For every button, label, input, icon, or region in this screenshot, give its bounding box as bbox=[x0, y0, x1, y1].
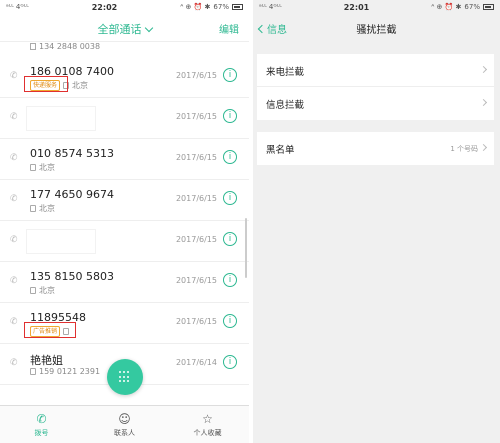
dialpad-icon bbox=[119, 371, 131, 383]
blacklist-item[interactable]: 黑名单 1 个号码 bbox=[257, 132, 494, 165]
redacted-number bbox=[26, 106, 96, 131]
call-block-item[interactable]: 来电拦截 bbox=[257, 54, 494, 87]
caller-number: 010 8574 5313 bbox=[30, 147, 114, 160]
call-row[interactable]: ✆ 2017/6/15 i bbox=[0, 98, 249, 139]
caller-location: 北京 bbox=[39, 204, 55, 213]
caller-number: 135 8150 5803 bbox=[30, 270, 114, 283]
info-icon[interactable]: i bbox=[223, 68, 237, 82]
caller-location: 159 0121 2391 bbox=[39, 367, 101, 376]
bottom-tab-bar: ✆ 拨号 ☺ 联系人 ☆ 个人收藏 bbox=[0, 405, 249, 443]
call-row[interactable]: ✆ 177 4650 9674 北京 2017/6/15 i bbox=[0, 180, 249, 221]
caller-detail: 159 0121 2391 bbox=[30, 367, 100, 376]
caller-number: 艳艳姐 bbox=[30, 354, 63, 367]
redacted-number bbox=[26, 229, 96, 254]
call-date: 2017/6/15 bbox=[175, 112, 217, 121]
message-block-item[interactable]: 信息拦截 bbox=[257, 87, 494, 120]
contact-icon: ☺ bbox=[118, 412, 131, 426]
info-icon[interactable]: i bbox=[223, 314, 237, 328]
call-type-icon: ✆ bbox=[10, 235, 18, 245]
chevron-right-icon bbox=[479, 65, 488, 74]
caller-detail: 北京 bbox=[30, 203, 55, 214]
call-date: 2017/6/15 bbox=[175, 235, 217, 244]
scrollbar[interactable] bbox=[245, 218, 247, 278]
info-icon[interactable]: i bbox=[223, 355, 237, 369]
page-title: 骚扰拦截 bbox=[356, 25, 397, 36]
sim-icon bbox=[30, 368, 36, 375]
info-icon[interactable]: i bbox=[223, 109, 237, 123]
call-type-icon: ✆ bbox=[10, 276, 18, 286]
call-date: 2017/6/15 bbox=[175, 317, 217, 326]
settings-header: 信息 骚扰拦截 bbox=[253, 14, 500, 42]
info-icon[interactable]: i bbox=[223, 191, 237, 205]
call-type-icon: ✆ bbox=[10, 71, 18, 81]
call-row[interactable]: ✆ 135 8150 5803 北京 2017/6/15 i bbox=[0, 262, 249, 303]
tab-dial[interactable]: ✆ 拨号 bbox=[0, 406, 83, 443]
status-icons: ᴬ ⊕ ⏰ ✱ bbox=[180, 3, 211, 11]
blacklist-count: 1 个号码 bbox=[450, 145, 478, 153]
harassment-block-screen: ᵃᴸᴸ 4ᴳᴸᴸ 22:01 ᴬ ⊕ ⏰ ✱ 67% 信息 骚扰拦截 来电拦截 … bbox=[253, 0, 500, 443]
clock: 22:02 bbox=[91, 2, 118, 12]
sim-icon bbox=[30, 164, 36, 171]
sim-icon bbox=[30, 43, 36, 50]
call-type-icon: ✆ bbox=[10, 194, 18, 204]
sim-icon bbox=[30, 287, 36, 294]
caller-location: 北京 bbox=[39, 163, 55, 172]
call-type-icon: ✆ bbox=[10, 358, 18, 368]
call-date: 2017/6/14 bbox=[175, 358, 217, 367]
info-icon[interactable]: i bbox=[223, 150, 237, 164]
star-icon: ☆ bbox=[202, 412, 213, 426]
call-date: 2017/6/15 bbox=[175, 194, 217, 203]
caller-location: 北京 bbox=[39, 286, 55, 295]
call-date: 2017/6/15 bbox=[175, 71, 217, 80]
tab-contacts[interactable]: ☺ 联系人 bbox=[83, 406, 166, 443]
blacklist-group: 黑名单 1 个号码 bbox=[257, 132, 494, 165]
battery-level: 67% bbox=[464, 3, 480, 11]
call-date: 2017/6/15 bbox=[175, 276, 217, 285]
call-type-icon: ✆ bbox=[10, 112, 18, 122]
battery-icon bbox=[231, 4, 243, 10]
call-log-header: 全部通话 编辑 bbox=[0, 14, 249, 42]
status-bar: ᵃᴸᴸ 4ᴳᴸᴸ 22:01 ᴬ ⊕ ⏰ ✱ 67% bbox=[253, 0, 500, 14]
status-bar: ᵃᴸᴸ 4ᴳᴸᴸ 22:02 ᴬ ⊕ ⏰ ✱ 67% bbox=[0, 0, 249, 14]
call-row[interactable]: ✆ 11895548 广告推销 2017/6/15 i bbox=[0, 303, 249, 344]
edit-button[interactable]: 编辑 bbox=[219, 21, 239, 36]
signal-indicator: ᵃᴸᴸ 4ᴳᴸᴸ bbox=[6, 3, 29, 11]
clock: 22:01 bbox=[343, 2, 370, 12]
call-row[interactable]: ✆ 186 0108 7400 快递服务 北京 2017/6/15 i bbox=[0, 57, 249, 98]
tab-favorites[interactable]: ☆ 个人收藏 bbox=[166, 406, 249, 443]
status-icons: ᴬ ⊕ ⏰ ✱ bbox=[431, 3, 462, 11]
info-icon[interactable]: i bbox=[223, 273, 237, 287]
chevron-right-icon bbox=[479, 143, 488, 152]
caller-detail: 北京 bbox=[30, 162, 55, 173]
caller-detail: 北京 bbox=[30, 285, 55, 296]
call-date: 2017/6/15 bbox=[175, 153, 217, 162]
dialpad-button[interactable] bbox=[107, 359, 143, 395]
phone-icon: ✆ bbox=[36, 412, 47, 426]
info-icon[interactable]: i bbox=[223, 232, 237, 246]
battery-icon bbox=[482, 4, 494, 10]
battery-level: 67% bbox=[213, 3, 229, 11]
block-settings-group: 来电拦截 信息拦截 bbox=[257, 54, 494, 120]
call-row[interactable]: ✆ 2017/6/15 i bbox=[0, 221, 249, 262]
sim-icon bbox=[30, 205, 36, 212]
caller-location: 北京 bbox=[72, 81, 89, 90]
call-filter-dropdown[interactable]: 全部通话 bbox=[0, 21, 249, 37]
chevron-down-icon bbox=[144, 23, 153, 33]
highlight-box bbox=[24, 322, 76, 338]
chevron-right-icon bbox=[479, 98, 488, 107]
highlight-box bbox=[24, 76, 68, 92]
call-row[interactable]: ✆ 010 8574 5313 北京 2017/6/15 i bbox=[0, 139, 249, 180]
caller-number: 177 4650 9674 bbox=[30, 188, 114, 201]
partial-row: 134 2848 0038 bbox=[30, 42, 100, 51]
call-list[interactable]: 134 2848 0038 ✆ 186 0108 7400 快递服务 北京 2017/6… bbox=[0, 42, 249, 405]
call-type-icon: ✆ bbox=[10, 317, 18, 327]
call-type-icon: ✆ bbox=[10, 153, 18, 163]
signal-indicator: ᵃᴸᴸ 4ᴳᴸᴸ bbox=[259, 3, 282, 11]
call-log-screen: ᵃᴸᴸ 4ᴳᴸᴸ 22:02 ᴬ ⊕ ⏰ ✱ 67% 全部通话 编辑 134 2… bbox=[0, 0, 249, 443]
